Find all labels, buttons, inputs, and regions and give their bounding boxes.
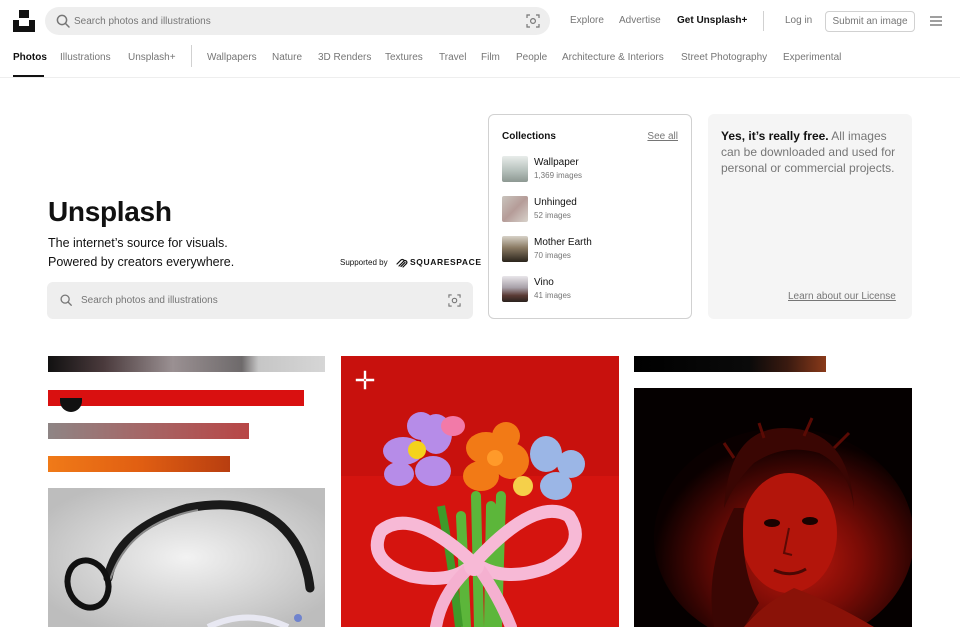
- collection-count: 1,369 images: [534, 171, 583, 180]
- tab-unsplash-plus[interactable]: Unsplash+: [128, 52, 176, 63]
- photo-placeholder-strip[interactable]: [48, 390, 304, 406]
- free-license-card: Yes, it’s really free. All images can be…: [708, 114, 912, 319]
- tab-textures[interactable]: Textures: [385, 52, 423, 63]
- header-divider: [763, 11, 764, 31]
- collection-count: 41 images: [534, 291, 571, 300]
- supported-by-label: Supported by: [340, 258, 388, 267]
- visual-search-icon[interactable]: [526, 14, 540, 28]
- photo-placeholder-fragment: [60, 398, 82, 412]
- hero-search-input[interactable]: [81, 282, 441, 319]
- hero-search-bar[interactable]: [47, 282, 473, 319]
- tab-travel[interactable]: Travel: [439, 52, 466, 63]
- header-search-bar[interactable]: [45, 7, 550, 35]
- nav-get-unsplash-plus-link[interactable]: Get Unsplash+: [677, 15, 747, 26]
- photo-chrome-splash-image: [48, 488, 325, 627]
- tab-people[interactable]: People: [516, 52, 547, 63]
- free-headline: Yes, it’s really free.: [721, 129, 829, 143]
- collection-name: Mother Earth: [534, 237, 592, 248]
- header-search-input[interactable]: [74, 7, 514, 35]
- collection-thumbnail: [502, 196, 528, 222]
- tab-nature[interactable]: Nature: [272, 52, 302, 63]
- tab-wallpapers[interactable]: Wallpapers: [207, 52, 257, 63]
- unsplash-plus-badge-icon: [355, 370, 375, 390]
- collection-name: Wallpaper: [534, 157, 579, 168]
- visual-search-icon[interactable]: [448, 294, 461, 307]
- tab-illustrations[interactable]: Illustrations: [60, 52, 111, 63]
- hamburger-menu-icon[interactable]: [929, 15, 943, 27]
- sponsor-logo[interactable]: SQUARESPACE: [396, 257, 482, 268]
- tab-film[interactable]: Film: [481, 52, 500, 63]
- collection-name: Vino: [534, 277, 554, 288]
- photo-balloon-flowers[interactable]: [341, 356, 619, 627]
- collection-count: 52 images: [534, 211, 571, 220]
- collection-count: 70 images: [534, 251, 571, 260]
- collection-thumbnail: [502, 276, 528, 302]
- unsplash-logo-icon[interactable]: [13, 10, 35, 32]
- collections-card: Collections See all Wallpaper 1,369 imag…: [488, 114, 692, 319]
- collection-name: Unhinged: [534, 197, 577, 208]
- tab-architecture-interiors[interactable]: Architecture & Interiors: [562, 52, 664, 63]
- collections-see-all-link[interactable]: See all: [647, 131, 678, 142]
- category-tabs: Photos Illustrations Unsplash+ Wallpaper…: [0, 42, 960, 78]
- search-icon[interactable]: [59, 293, 73, 307]
- login-link[interactable]: Log in: [785, 15, 812, 26]
- nav-explore-link[interactable]: Explore: [570, 15, 604, 26]
- hero-title: Unsplash: [48, 196, 172, 227]
- photo-balloon-flowers-image: [341, 356, 619, 627]
- nav-advertise-link[interactable]: Advertise: [619, 15, 661, 26]
- photo-chrome-splash[interactable]: [48, 488, 325, 627]
- collection-thumbnail: [502, 236, 528, 262]
- submit-image-button[interactable]: Submit an image: [825, 11, 915, 32]
- tab-street-photography[interactable]: Street Photography: [681, 52, 767, 63]
- photo-red-portrait-image: [634, 388, 912, 627]
- search-icon[interactable]: [55, 13, 71, 29]
- collection-thumbnail: [502, 156, 528, 182]
- active-tab-indicator: [13, 75, 44, 77]
- collection-item[interactable]: Mother Earth 70 images: [502, 235, 682, 263]
- tab-3d-renders[interactable]: 3D Renders: [318, 52, 371, 63]
- tabs-divider: [191, 45, 192, 67]
- photo-placeholder-strip[interactable]: [48, 423, 249, 439]
- squarespace-logo-icon: [396, 258, 408, 268]
- hero-subtitle-line2: Powered by creators everywhere.: [48, 255, 235, 269]
- photo-placeholder-strip[interactable]: [634, 356, 826, 372]
- photo-placeholder-strip[interactable]: [48, 456, 230, 472]
- photo-red-portrait[interactable]: [634, 388, 912, 627]
- collection-item[interactable]: Vino 41 images: [502, 275, 682, 303]
- sponsor-name: SQUARESPACE: [410, 257, 482, 267]
- collections-title: Collections: [502, 131, 556, 142]
- free-license-text: Yes, it’s really free. All images can be…: [721, 128, 901, 176]
- top-bar: Explore Advertise Get Unsplash+ Log in S…: [0, 0, 960, 42]
- collection-item[interactable]: Unhinged 52 images: [502, 195, 682, 223]
- tab-photos[interactable]: Photos: [13, 52, 47, 63]
- photo-placeholder-strip[interactable]: [48, 356, 325, 372]
- tab-experimental[interactable]: Experimental: [783, 52, 841, 63]
- license-link[interactable]: Learn about our License: [788, 291, 896, 302]
- hero-subtitle-line1: The internet’s source for visuals.: [48, 236, 228, 250]
- collection-item[interactable]: Wallpaper 1,369 images: [502, 155, 682, 183]
